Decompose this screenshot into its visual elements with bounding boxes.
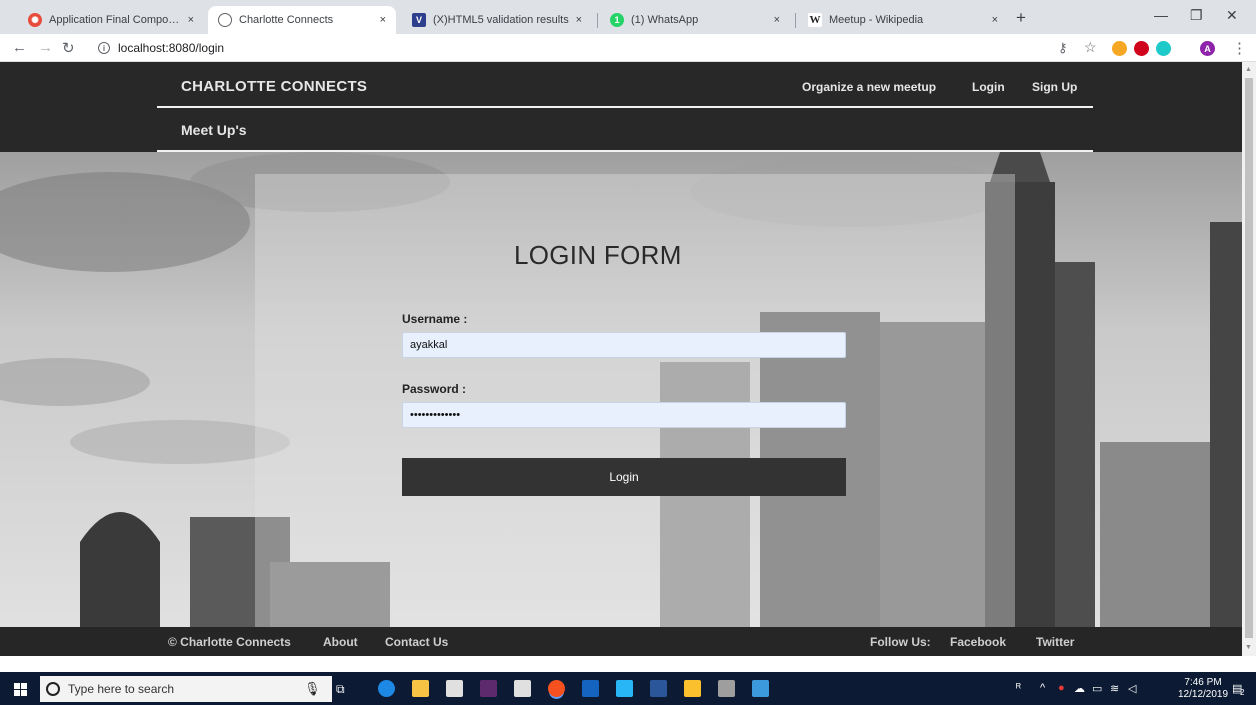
url-text: localhost:8080/login [118,41,225,55]
file-explorer-icon[interactable] [412,680,429,697]
validator-icon: V [412,13,426,27]
profile-avatar[interactable]: A [1200,41,1215,56]
address-bar-row: ← → ↻ i localhost:8080/login ⚷ ☆ A ⋮ [0,34,1256,62]
tab-charlotte-connects[interactable]: Charlotte Connects × [208,6,396,34]
extension-icon[interactable] [1156,41,1171,56]
app-icon[interactable] [616,680,633,697]
tab-separator [795,13,796,28]
facebook-link[interactable]: Facebook [950,635,1006,649]
tab-label: Application Final Component: 20 [49,14,182,26]
minimize-icon[interactable]: — [1154,7,1168,23]
reload-icon[interactable]: ↻ [62,39,75,57]
people-icon[interactable]: ᴿ [1016,682,1021,694]
login-button[interactable]: Login [402,458,846,496]
wifi-icon[interactable]: ≋ [1110,682,1119,695]
header-divider [157,106,1093,108]
tab-label: Meetup - Wikipedia [829,14,924,26]
password-label: Password : [402,382,467,396]
scroll-down-icon[interactable]: ▼ [1245,644,1252,651]
close-icon[interactable]: × [992,14,998,26]
menu-icon[interactable]: ⋮ [1232,39,1247,57]
follow-us-label: Follow Us: [870,635,931,649]
whatsapp-icon: 1 [610,13,624,27]
forward-icon[interactable]: → [38,39,53,56]
tab-label: Charlotte Connects [239,14,334,26]
page-bottom-strip [0,656,1256,672]
back-icon[interactable]: ← [12,39,27,56]
search-placeholder: Type here to search [68,682,175,696]
signup-link[interactable]: Sign Up [1032,80,1077,94]
close-icon[interactable]: × [576,14,582,26]
close-icon[interactable]: × [774,14,780,26]
web-page: CHARLOTTE CONNECTS Organize a new meetup… [0,62,1242,656]
word-icon[interactable] [650,680,667,697]
notification-count: 2 [1240,688,1245,697]
tab-label: (X)HTML5 validation results [433,14,569,26]
store-icon[interactable] [446,680,463,697]
show-hidden-icon[interactable]: ^ [1040,682,1045,694]
username-label: Username : [402,312,468,326]
scroll-thumb[interactable] [1245,78,1253,638]
taskbar-clock[interactable]: 7:46 PM 12/12/2019 [1178,677,1228,701]
tab-label: (1) WhatsApp [631,14,699,26]
tab-application-final-component[interactable]: ✺ Application Final Component: 20 × [18,6,204,34]
volume-icon[interactable]: ◁ [1128,682,1136,695]
windows-start-icon[interactable] [14,683,27,696]
app-icon[interactable] [480,680,497,697]
vscode-icon[interactable] [752,680,769,697]
clock-time: 7:46 PM [1184,677,1222,688]
tab-separator [597,13,598,28]
meetups-link[interactable]: Meet Up's [181,122,247,138]
close-icon[interactable]: × [380,14,386,26]
chrome-icon[interactable] [548,680,565,697]
windows-taskbar: Type here to search 🎙 ⧉ ᴿ ^ ● ☁ ▭ ≋ ◁ 7:… [0,672,1256,705]
app-icon[interactable] [582,680,599,697]
page-scrollbar[interactable]: ▲ ▼ [1242,62,1256,656]
adblock-icon[interactable] [1134,41,1149,56]
url-bar[interactable]: i localhost:8080/login [98,38,1058,58]
organize-meetup-link[interactable]: Organize a new meetup [802,80,936,94]
key-icon[interactable]: ⚷ [1058,40,1068,56]
info-icon[interactable]: i [98,42,110,54]
star-icon[interactable]: ☆ [1084,39,1097,56]
taskbar-search[interactable]: Type here to search [40,676,332,702]
browser-tab-bar: ✺ Application Final Component: 20 × Char… [0,0,1256,34]
onedrive-icon[interactable]: ☁ [1074,682,1085,695]
header-divider [157,150,1093,152]
twitter-link[interactable]: Twitter [1036,635,1074,649]
clock-date: 12/12/2019 [1178,689,1229,700]
microphone-icon[interactable]: 🎙 [304,681,321,697]
login-link[interactable]: Login [972,80,1005,94]
about-link[interactable]: About [323,635,358,649]
task-view-icon[interactable]: ⧉ [336,682,345,697]
form-title: LOGIN FORM [514,240,682,270]
sticky-notes-icon[interactable] [684,680,701,697]
battery-icon[interactable]: ▭ [1092,682,1102,695]
close-window-icon[interactable]: ✕ [1226,7,1238,24]
copyright-text: © Charlotte Connects [168,635,291,649]
app-icon: ✺ [28,13,42,27]
close-icon[interactable]: × [188,14,194,26]
new-tab-button[interactable]: + [1016,8,1026,28]
tab-whatsapp[interactable]: 1 (1) WhatsApp × [600,6,790,34]
contact-link[interactable]: Contact Us [385,635,448,649]
password-input[interactable] [402,402,846,428]
cortana-icon [46,682,60,696]
extension-icon[interactable] [1112,41,1127,56]
site-brand[interactable]: CHARLOTTE CONNECTS [181,78,367,95]
wikipedia-icon: W [808,13,822,27]
maximize-icon[interactable]: ❐ [1190,7,1203,24]
globe-icon [218,13,232,27]
app-tray-icon[interactable]: ● [1058,682,1065,694]
site-footer: © Charlotte Connects About Contact Us Fo… [0,627,1242,656]
mail-icon[interactable] [514,680,531,697]
edge-icon[interactable] [378,680,395,697]
tab-meetup-wikipedia[interactable]: W Meetup - Wikipedia × [798,6,1008,34]
scroll-up-icon[interactable]: ▲ [1245,66,1252,73]
app-icon[interactable] [718,680,735,697]
username-input[interactable] [402,332,846,358]
tab-html5-validation[interactable]: V (X)HTML5 validation results × [402,6,592,34]
